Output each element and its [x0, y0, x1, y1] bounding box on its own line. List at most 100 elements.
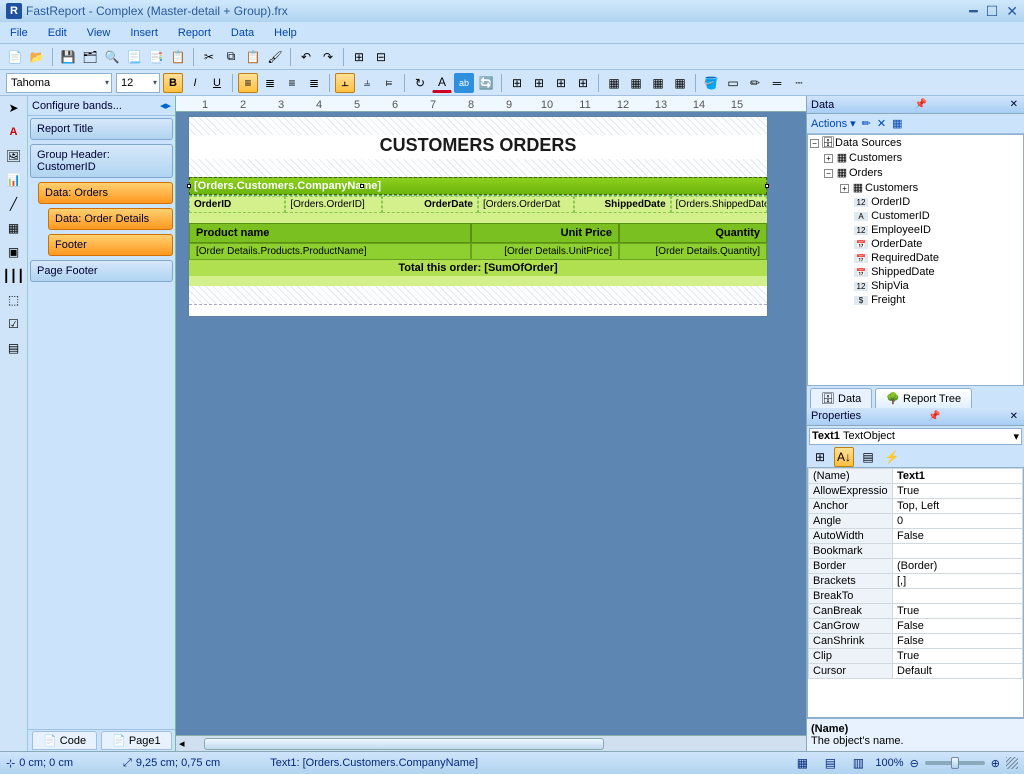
page-button[interactable]: 📃: [124, 47, 144, 67]
prop-alphabetical[interactable]: A↓: [834, 447, 854, 467]
prop-name-AllowExpressio[interactable]: AllowExpressio: [809, 483, 893, 498]
prop-name-AutoWidth[interactable]: AutoWidth: [809, 528, 893, 543]
property-grid[interactable]: (Name)Text1AllowExpressioTrueAnchorTop, …: [807, 467, 1024, 719]
prop-value-CanShrink[interactable]: False: [893, 633, 1023, 648]
prop-name-CanBreak[interactable]: CanBreak: [809, 603, 893, 618]
line-width-button[interactable]: ═: [767, 73, 787, 93]
line-color-button[interactable]: ✏: [745, 73, 765, 93]
valign-bottom-button[interactable]: ⫢: [379, 73, 399, 93]
undo-button[interactable]: ↶: [296, 47, 316, 67]
object-selector[interactable]: Text1 TextObject ▾: [809, 428, 1022, 445]
menu-file[interactable]: File: [10, 27, 28, 39]
detail-product-value[interactable]: [Order Details.Products.ProductName]: [189, 243, 471, 260]
snap-4[interactable]: ▦: [670, 73, 690, 93]
align-justify-button[interactable]: ≣: [304, 73, 324, 93]
props-close[interactable]: ✕: [1008, 411, 1020, 422]
prop-events[interactable]: ⚡: [882, 447, 902, 467]
barcode-tool[interactable]: ┃┃┃: [4, 266, 24, 286]
snap-2[interactable]: ▦: [626, 73, 646, 93]
menu-edit[interactable]: Edit: [48, 27, 67, 39]
ungroup-button[interactable]: ⊟: [371, 47, 391, 67]
orders-shippeddate-value[interactable]: [Orders.ShippedDate]: [671, 196, 767, 213]
band-report-title[interactable]: Report Title: [30, 118, 173, 140]
text-rotate-button[interactable]: ↻: [410, 73, 430, 93]
save-button[interactable]: 💾: [58, 47, 78, 67]
align-grid-2[interactable]: ⊞: [529, 73, 549, 93]
line-tool[interactable]: ╱: [4, 194, 24, 214]
cut-button[interactable]: ✂: [199, 47, 219, 67]
font-color-button[interactable]: A: [432, 73, 452, 93]
orders-orderdate-label[interactable]: OrderDate: [382, 196, 478, 213]
horizontal-scrollbar[interactable]: ◂: [176, 735, 806, 751]
checkbox-tool[interactable]: ⬚: [4, 290, 24, 310]
props-pin-icon[interactable]: 📌: [926, 411, 942, 422]
prop-name-Brackets[interactable]: Brackets: [809, 573, 893, 588]
maximize-button[interactable]: ☐: [986, 3, 999, 20]
detail-header-qty[interactable]: Quantity: [619, 223, 767, 243]
prop-categorized[interactable]: ⊞: [810, 447, 830, 467]
align-grid-4[interactable]: ⊞: [573, 73, 593, 93]
pin-icon[interactable]: 📌: [913, 99, 929, 110]
subreport-tool[interactable]: ▣: [4, 242, 24, 262]
configure-bands-link[interactable]: Configure bands...: [32, 100, 122, 112]
align-right-button[interactable]: ≡: [282, 73, 302, 93]
redo-button[interactable]: ↷: [318, 47, 338, 67]
view-mode-1[interactable]: ▦: [792, 753, 812, 773]
prop-value-CanGrow[interactable]: False: [893, 618, 1023, 633]
align-grid-1[interactable]: ⊞: [507, 73, 527, 93]
copy-button[interactable]: ⧉: [221, 47, 241, 67]
fill-color-button[interactable]: 🪣: [701, 73, 721, 93]
menu-help[interactable]: Help: [274, 27, 297, 39]
menu-view[interactable]: View: [87, 27, 111, 39]
prop-value-Clip[interactable]: True: [893, 648, 1023, 663]
prop-name-Cursor[interactable]: Cursor: [809, 663, 893, 678]
tab-page1[interactable]: 📄 Page1: [101, 731, 172, 750]
check-tool[interactable]: ☑: [4, 314, 24, 334]
data-tree[interactable]: −🗄Data Sources +▦Customers −▦Orders +▦Cu…: [807, 134, 1024, 386]
menu-data[interactable]: Data: [231, 27, 254, 39]
orders-orderid-label[interactable]: OrderID: [189, 196, 285, 213]
tree-action-2[interactable]: ✕: [877, 117, 886, 130]
save-all-button[interactable]: 🗂: [80, 47, 100, 67]
highlight-button[interactable]: ab: [454, 73, 474, 93]
prop-value-Cursor[interactable]: Default: [893, 663, 1023, 678]
prop-name-Clip[interactable]: Clip: [809, 648, 893, 663]
close-button[interactable]: ✕: [1006, 3, 1018, 20]
tab-data[interactable]: 🗄 Data: [810, 388, 872, 408]
detail-header-price[interactable]: Unit Price: [471, 223, 619, 243]
chart-tool[interactable]: 📊: [4, 170, 24, 190]
menu-insert[interactable]: Insert: [130, 27, 158, 39]
prop-value-CanBreak[interactable]: True: [893, 603, 1023, 618]
preview-button[interactable]: 🔍: [102, 47, 122, 67]
tree-action-3[interactable]: ▦: [892, 117, 902, 130]
matrix-tool[interactable]: ▤: [4, 338, 24, 358]
format-painter-button[interactable]: 🖌: [265, 47, 285, 67]
orders-orderid-value[interactable]: [Orders.OrderID]: [285, 196, 381, 213]
page-setup-button[interactable]: 📋: [168, 47, 188, 67]
prop-pages[interactable]: ▤: [858, 447, 878, 467]
band-page-footer[interactable]: Page Footer: [30, 260, 173, 282]
prop-name-CanShrink[interactable]: CanShrink: [809, 633, 893, 648]
align-grid-3[interactable]: ⊞: [551, 73, 571, 93]
prop-name-Bookmark[interactable]: Bookmark: [809, 543, 893, 558]
menu-report[interactable]: Report: [178, 27, 211, 39]
resize-grip[interactable]: [1006, 757, 1018, 769]
italic-button[interactable]: I: [185, 73, 205, 93]
data-panel-close[interactable]: ✕: [1008, 99, 1020, 110]
underline-button[interactable]: U: [207, 73, 227, 93]
border-button[interactable]: ▭: [723, 73, 743, 93]
band-footer[interactable]: Footer: [48, 234, 173, 256]
prop-value-AutoWidth[interactable]: False: [893, 528, 1023, 543]
group-header-text[interactable]: [Orders.Customers.CompanyName]: [189, 177, 767, 195]
view-mode-2[interactable]: ▤: [820, 753, 840, 773]
prop-value-AllowExpressio[interactable]: True: [893, 483, 1023, 498]
picture-tool[interactable]: 🖼: [4, 146, 24, 166]
valign-middle-button[interactable]: ⫨: [357, 73, 377, 93]
band-data-order-details[interactable]: Data: Order Details: [48, 208, 173, 230]
tree-action-1[interactable]: ✏: [862, 117, 871, 130]
detail-price-value[interactable]: [Order Details.UnitPrice]: [471, 243, 619, 260]
prop-name-Angle[interactable]: Angle: [809, 513, 893, 528]
minimize-button[interactable]: ━: [969, 3, 977, 20]
prop-name-(Name)[interactable]: (Name): [809, 468, 893, 483]
font-name-dropdown[interactable]: Tahoma: [6, 73, 112, 93]
